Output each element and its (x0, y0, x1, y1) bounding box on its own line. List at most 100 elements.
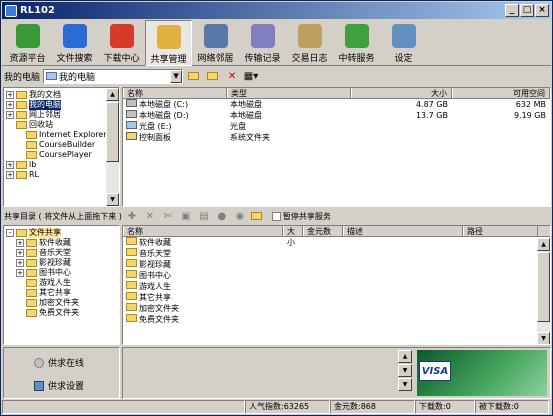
view-menu-button[interactable]: ▦▾ (243, 69, 259, 83)
toolbar-button-0[interactable]: 资源平台 (4, 20, 51, 66)
tree-item[interactable]: + 音乐天堂 (6, 248, 119, 258)
toolbar-button-1[interactable]: 文件搜索 (51, 20, 98, 66)
toolbar-button-6[interactable]: 交易日志 (286, 20, 333, 66)
toolbar-button-2[interactable]: 下载中心 (98, 20, 145, 66)
scroll-thumb[interactable] (106, 102, 119, 162)
table-row[interactable]: 本地磁盘 (C:) 本地磁盘 4.87 GB 632 MB (123, 99, 550, 110)
toolbar-button-5[interactable]: 传输记录 (239, 20, 286, 66)
expand-toggle[interactable]: + (6, 171, 14, 179)
title-bar[interactable]: RL102 _ □ × (2, 2, 551, 19)
toolbar-button-4[interactable]: 网络邻居 (192, 20, 239, 66)
expand-toggle[interactable]: + (16, 249, 24, 257)
column-header[interactable]: 大小 (351, 88, 452, 98)
chevron-down-icon[interactable]: ▼ (170, 69, 183, 83)
tree-item[interactable]: 回收站 (6, 120, 119, 130)
tree-item[interactable]: + 我的文档 (6, 90, 119, 100)
record-button[interactable]: ● (214, 209, 230, 223)
ad-down-button[interactable]: ▼ (398, 378, 412, 391)
supply-setting-item[interactable]: 供求设置 (4, 369, 119, 392)
scroll-up-button[interactable]: ▲ (537, 238, 550, 251)
refresh-button[interactable]: ◉ (232, 209, 248, 223)
tree-item[interactable]: - 文件共享 (6, 228, 119, 238)
column-header[interactable]: 名称 (123, 226, 283, 236)
tree-item[interactable]: 免费文件夹 (6, 308, 119, 318)
column-header[interactable]: 类型 (227, 88, 351, 98)
expand-toggle[interactable]: + (6, 161, 14, 169)
maximize-button[interactable]: □ (520, 4, 534, 17)
add-share-button[interactable]: ✚ (124, 209, 140, 223)
folder-icon (16, 101, 27, 109)
toolbar-button-8[interactable]: 设定 (380, 20, 427, 66)
tree-scrollbar[interactable]: ▲ ▼ (106, 88, 119, 206)
up-folder-button[interactable] (186, 69, 202, 83)
scroll-down-button[interactable]: ▼ (537, 332, 550, 344)
expand-toggle[interactable]: + (6, 91, 14, 99)
pause-share-checkbox[interactable] (271, 211, 281, 221)
tree-item[interactable]: + 影视珍藏 (6, 258, 119, 268)
folder-icon (126, 237, 137, 245)
tree-item[interactable]: CoursePlayer (6, 150, 119, 160)
delete-button[interactable]: ✕ (224, 69, 240, 83)
tree-item[interactable]: 加密文件夹 (6, 298, 119, 308)
expand-toggle[interactable]: + (16, 269, 24, 277)
share-tree[interactable]: - 文件共享 + 软件收藏 + 音乐天堂 + 影视珍藏 + 图书中心 游戏人生 其它共享 加密文件夹 免费… (3, 225, 120, 345)
expand-toggle[interactable]: + (6, 111, 14, 119)
expand-toggle[interactable]: + (16, 259, 24, 267)
folder-tree[interactable]: + 我的文档 + 我的电脑 + 网上邻居 回收站 Internet Explorer Cours… (3, 87, 120, 207)
scroll-down-button[interactable]: ▼ (106, 193, 119, 206)
tree-item[interactable]: CourseBuilder (6, 140, 119, 150)
expand-toggle[interactable]: + (16, 239, 24, 247)
tree-item[interactable]: + 图书中心 (6, 268, 119, 278)
file-list[interactable]: 名称 类型 大小 可用空间 本地磁盘 (C:) 本地磁盘 4.87 GB 632 MB 本地磁… (122, 87, 551, 207)
remove-share-button[interactable]: ✕ (142, 209, 158, 223)
tree-item[interactable]: + lb (6, 160, 119, 170)
lock-button[interactable]: ▣ (178, 209, 194, 223)
ad-scroll-buttons: ▲ ▼ ▼ (398, 350, 412, 396)
list-item[interactable]: 软件收藏 (123, 237, 550, 248)
list-item[interactable]: 音乐天堂 (123, 248, 550, 259)
list-item[interactable]: 游戏人生 (123, 281, 550, 292)
tree-item[interactable]: + 软件收藏 (6, 238, 119, 248)
expand-toggle[interactable]: + (6, 101, 14, 109)
properties-button[interactable]: ▤ (196, 209, 212, 223)
share-list-scrollbar[interactable]: ▲ ▼ (537, 238, 550, 344)
table-row[interactable]: 本地磁盘 (D:) 本地磁盘 13.7 GB 9.19 GB (123, 110, 550, 121)
list-item[interactable]: 影视珍藏 (123, 259, 550, 270)
folder-icon (26, 249, 37, 257)
address-combo[interactable]: 我的电脑 ▼ (43, 68, 184, 84)
list-item[interactable]: 图书中心 (123, 270, 550, 281)
tree-item[interactable]: 游戏人生 (6, 278, 119, 288)
close-button[interactable]: × (535, 4, 549, 17)
tree-item[interactable]: Internet Explorer (6, 130, 119, 140)
scroll-thumb[interactable] (537, 252, 550, 322)
toolbar-button-3[interactable]: 共享管理 (145, 20, 192, 66)
ad-up-button[interactable]: ▲ (398, 350, 412, 363)
toolbar-button-7[interactable]: 中转服务 (333, 20, 380, 66)
ad-mid-button[interactable]: ▼ (398, 364, 412, 377)
ad-banner[interactable]: VISA (417, 350, 547, 396)
tree-item[interactable]: + 我的电脑 (6, 100, 119, 110)
scroll-up-button[interactable]: ▲ (106, 88, 119, 101)
list-item[interactable]: 加密文件夹 (123, 303, 550, 314)
tree-item[interactable]: 其它共享 (6, 288, 119, 298)
column-header[interactable]: 金元数 (303, 226, 343, 236)
column-header[interactable]: 描述 (343, 226, 463, 236)
cut-button[interactable]: ✄ (160, 209, 176, 223)
tree-item[interactable]: + 网上邻居 (6, 110, 119, 120)
column-header[interactable]: 路径 (463, 226, 538, 236)
list-item[interactable]: 免费文件夹 (123, 314, 550, 325)
window-title: RL102 (20, 5, 55, 16)
supply-online-item[interactable]: 供求在线 (4, 348, 119, 369)
list-item[interactable]: 其它共享 (123, 292, 550, 303)
table-row[interactable]: 光盘 (E:) 光盘 (123, 121, 550, 132)
table-row[interactable]: 控制面板 系统文件夹 (123, 132, 550, 143)
open-folder-button[interactable] (250, 209, 266, 223)
column-header[interactable]: 大小 (283, 226, 303, 247)
new-folder-button[interactable] (205, 69, 221, 83)
minimize-button[interactable]: _ (505, 4, 519, 17)
share-file-list[interactable]: 名称 大小 金元数 描述 路径 软件收藏 音乐天堂 影视珍藏 图书中心 游戏人生 其它共享 加密文件… (122, 225, 551, 345)
expand-toggle[interactable]: - (6, 229, 14, 237)
column-header[interactable]: 名称 (123, 88, 227, 98)
tree-item[interactable]: + RL (6, 170, 119, 180)
column-header[interactable]: 可用空间 (452, 88, 550, 98)
